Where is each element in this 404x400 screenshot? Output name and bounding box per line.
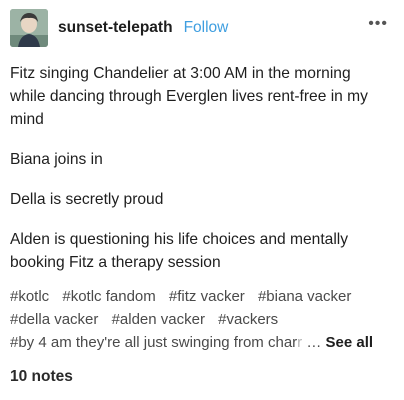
tag[interactable]: #kotlc [10, 288, 49, 305]
tag[interactable]: #fitz vacker [169, 288, 245, 305]
post-paragraph: Della is secretly proud [10, 191, 164, 208]
post-paragraph: Alden is questioning his life choices an… [10, 231, 349, 271]
tag[interactable]: #biana vacker [258, 288, 351, 305]
tag-truncated[interactable]: #by 4 am they're all just swinging from … [10, 334, 302, 351]
avatar[interactable] [10, 9, 48, 47]
tag[interactable]: #della vacker [10, 311, 98, 328]
post-paragraph: Fitz singing Chandelier at 3:00 AM in th… [10, 65, 368, 128]
tag-line: #kotlc #kotlc fandom #fitz vacker #biana… [10, 285, 394, 308]
tag-ellipsis: … [306, 334, 322, 351]
tag[interactable]: #alden vacker [112, 311, 205, 328]
tag-line: #by 4 am they're all just swinging from … [10, 331, 394, 354]
tag[interactable]: #kotlc fandom [62, 288, 155, 305]
post-header: sunset-telepath Follow ••• [10, 8, 394, 48]
tag[interactable]: #vackers [218, 311, 278, 328]
see-all-button[interactable]: See all [326, 334, 374, 351]
tag-list: #kotlc #kotlc fandom #fitz vacker #biana… [10, 285, 394, 354]
tag-line: #della vacker #alden vacker #vackers [10, 308, 394, 331]
follow-button[interactable]: Follow [184, 19, 229, 37]
tag-fade: r [297, 334, 303, 351]
post-body: Fitz singing Chandelier at 3:00 AM in th… [10, 62, 390, 291]
post: sunset-telepath Follow ••• Fitz singing … [0, 0, 404, 400]
post-paragraph: Biana joins in [10, 151, 103, 168]
notes-count[interactable]: 10 notes [10, 368, 73, 386]
username[interactable]: sunset-telepath [58, 19, 173, 37]
more-options-icon[interactable]: ••• [368, 16, 388, 32]
tag-text: #by 4 am they're all just swinging from … [10, 334, 298, 351]
